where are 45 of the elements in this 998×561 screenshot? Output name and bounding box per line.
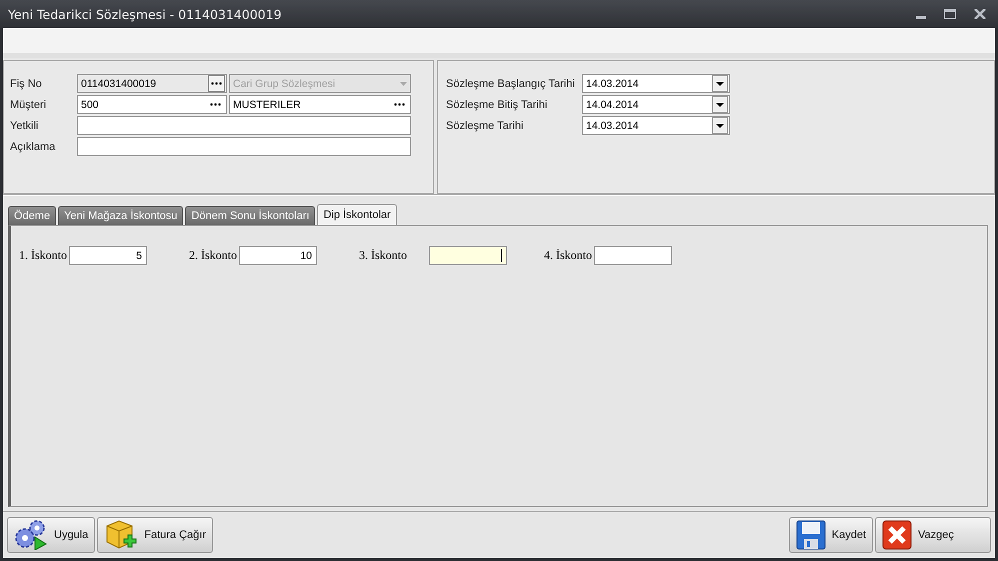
tab[interactable]: Dönem Sonu İskontoları [185, 206, 316, 225]
dropdown-arrow-icon [400, 82, 407, 86]
dropdown-arrow-icon [716, 102, 724, 106]
field-label: Yetkili [10, 120, 40, 132]
field-label: Müşteri [10, 98, 48, 110]
field-label: 3. İskonto [359, 248, 407, 263]
window-title: Yeni Tedarikci Sözleşmesi - 0114031400019 [8, 6, 282, 22]
tab[interactable]: Dip İskontolar [317, 204, 397, 225]
field-label: 4. İskonto [544, 248, 592, 263]
box-plus-icon [104, 520, 138, 550]
input-field[interactable] [77, 116, 411, 135]
dropdown-arrow-icon [716, 82, 724, 86]
input-field[interactable]: MUSTERILER [229, 95, 411, 114]
ellipsis-icon [211, 82, 222, 85]
dropdown-arrow-icon [716, 124, 724, 128]
input-field[interactable]: 500 [77, 95, 227, 114]
date-picker[interactable]: 14.04.2014 [582, 95, 730, 114]
ellipsis-icon[interactable] [210, 103, 221, 106]
input-field[interactable] [77, 137, 411, 156]
cancel-button[interactable]: Vazgeç [875, 517, 991, 553]
field-label: 2. İskonto [189, 248, 237, 263]
input-field[interactable]: 0114031400019 [77, 74, 227, 93]
field-label: Açıklama [10, 140, 56, 152]
ellipsis-icon[interactable] [394, 103, 405, 106]
gears-play-icon [14, 520, 48, 550]
maximize-icon[interactable] [944, 9, 956, 19]
input-field[interactable]: 5 [69, 246, 147, 265]
save-button[interactable]: Kaydet [788, 517, 873, 553]
tab[interactable]: Ödeme [8, 206, 56, 225]
close-icon[interactable] [974, 9, 986, 19]
invoice-button[interactable]: Fatura Çağır [97, 517, 214, 553]
tab[interactable]: Yeni Mağaza İskontosu [58, 206, 184, 225]
ellipsis-button[interactable] [208, 75, 225, 92]
field-label: Sözleşme Bitiş Tarihi [446, 98, 548, 110]
apply-button[interactable]: Uygula [7, 517, 96, 553]
field-label: 1. İskonto [19, 248, 67, 263]
field-label: Sözleşme Başlangıç Tarihi [446, 78, 576, 90]
field-label: Fiş No [10, 78, 43, 90]
cancel-x-icon [882, 520, 912, 550]
input-field[interactable] [429, 246, 507, 265]
input-field[interactable] [594, 246, 672, 265]
date-picker[interactable]: 14.03.2014 [582, 74, 730, 93]
input-field[interactable]: 10 [239, 246, 317, 265]
date-picker[interactable]: 14.03.2014 [582, 116, 730, 135]
field-label: Sözleşme Tarihi [446, 120, 524, 132]
